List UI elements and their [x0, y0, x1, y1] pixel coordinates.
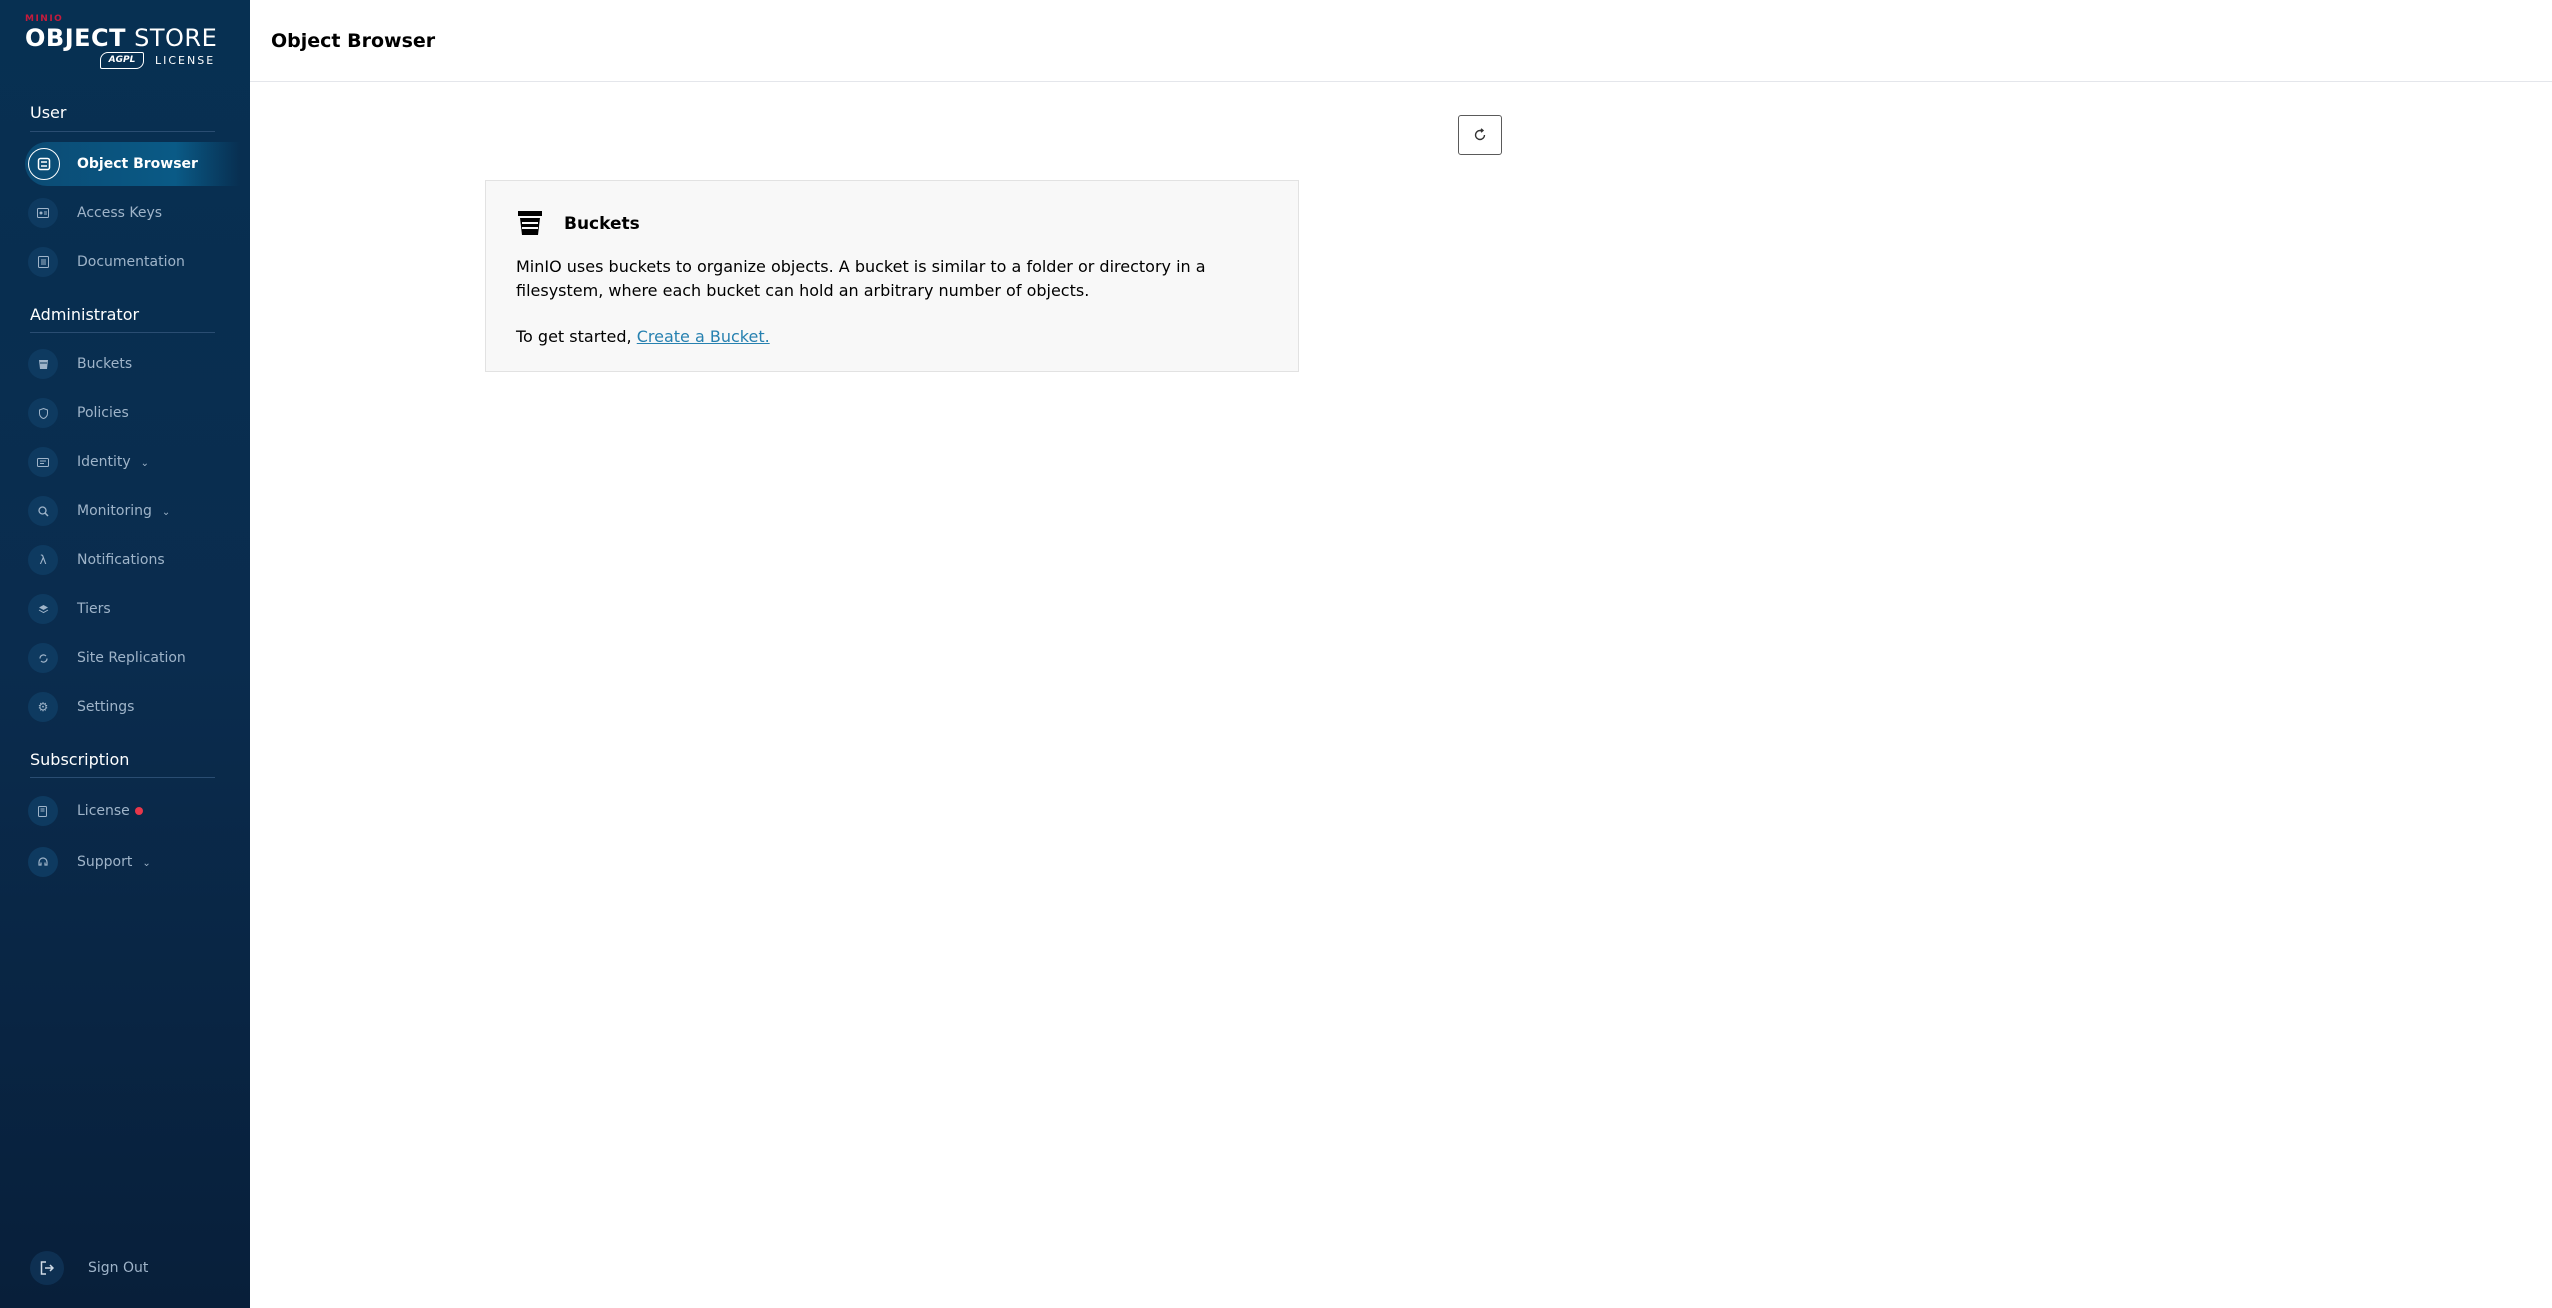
sidebar-item-label: Documentation [77, 254, 185, 270]
section-divider [30, 777, 215, 778]
chevron-down-icon: ⌄ [161, 507, 171, 518]
sidebar-item-notifications[interactable]: λ Notifications [20, 538, 240, 582]
card-title: Buckets [564, 214, 640, 234]
sidebar-item-label: Identity ⌄ [77, 454, 150, 470]
agpl-badge: AGPL [100, 52, 144, 69]
bucket-icon [518, 211, 542, 235]
sign-out-button[interactable]: Sign Out [30, 1250, 230, 1286]
key-icon [28, 198, 58, 228]
section-divider [30, 131, 215, 132]
sidebar-item-license[interactable]: License [20, 789, 240, 833]
section-divider [30, 332, 215, 333]
bucket-icon [28, 349, 58, 379]
sidebar-item-support[interactable]: Support ⌄ [20, 840, 240, 884]
page-header: Object Browser [250, 0, 2552, 82]
sidebar-item-site-replication[interactable]: Site Replication [20, 636, 240, 680]
logo-brand: MINIO [25, 14, 64, 24]
sidebar-item-label: Notifications [77, 552, 165, 568]
sidebar: MINIO OBJECT STORE AGPL LICENSE User Obj… [0, 0, 250, 1308]
sidebar-item-label: Object Browser [77, 156, 198, 172]
sidebar-item-label: License [77, 803, 143, 819]
sidebar-item-label: Monitoring ⌄ [77, 503, 171, 519]
sidebar-item-label: Policies [77, 405, 129, 421]
sidebar-item-label: Support ⌄ [77, 854, 151, 870]
buckets-info-card: Buckets MinIO uses buckets to organize o… [485, 180, 1299, 372]
notification-dot [134, 807, 143, 815]
section-title-administrator: Administrator [30, 305, 140, 324]
logo-product: OBJECT STORE [25, 24, 218, 52]
replication-icon [28, 643, 58, 673]
refresh-button[interactable] [1458, 115, 1502, 155]
sign-out-label: Sign Out [88, 1260, 149, 1276]
license-icon [28, 796, 58, 826]
sidebar-item-buckets[interactable]: Buckets [20, 342, 240, 386]
sidebar-item-access-keys[interactable]: Access Keys [20, 191, 240, 235]
sidebar-item-monitoring[interactable]: Monitoring ⌄ [20, 489, 240, 533]
sidebar-item-object-browser[interactable]: Object Browser [25, 142, 240, 186]
sidebar-item-documentation[interactable]: Documentation [20, 240, 240, 284]
card-cta: To get started, Create a Bucket. [516, 327, 770, 346]
cta-prefix: To get started, [516, 327, 637, 346]
page-title: Object Browser [271, 30, 436, 52]
section-title-subscription: Subscription [30, 750, 130, 769]
sidebar-item-label: Access Keys [77, 205, 163, 221]
minio-logo[interactable]: MINIO OBJECT STORE AGPL LICENSE [25, 14, 218, 70]
create-bucket-link[interactable]: Create a Bucket. [637, 327, 770, 346]
chevron-down-icon: ⌄ [142, 858, 151, 869]
shield-icon [28, 398, 58, 428]
lambda-icon: λ [28, 545, 58, 575]
sidebar-item-policies[interactable]: Policies [20, 391, 240, 435]
document-icon [28, 247, 58, 277]
layers-icon [28, 594, 58, 624]
card-description: MinIO uses buckets to organize objects. … [516, 257, 1206, 300]
sidebar-item-label: Site Replication [77, 650, 186, 666]
object-browser-icon [28, 148, 60, 180]
chevron-down-icon: ⌄ [140, 458, 150, 469]
sign-out-icon [30, 1251, 64, 1285]
logo-license: LICENSE [155, 54, 216, 67]
magnifier-icon [28, 496, 58, 526]
sidebar-item-label: Buckets [77, 356, 133, 372]
support-icon [28, 847, 58, 877]
gear-icon: ⚙ [28, 692, 58, 722]
id-card-icon [28, 447, 58, 477]
refresh-icon [1474, 128, 1486, 141]
sidebar-item-label: Tiers [77, 601, 111, 617]
section-title-user: User [30, 103, 67, 122]
sidebar-item-identity[interactable]: Identity ⌄ [20, 440, 240, 484]
sidebar-item-tiers[interactable]: Tiers [20, 587, 240, 631]
sidebar-item-label: Settings [77, 699, 135, 715]
sidebar-item-settings[interactable]: ⚙ Settings [20, 685, 240, 729]
